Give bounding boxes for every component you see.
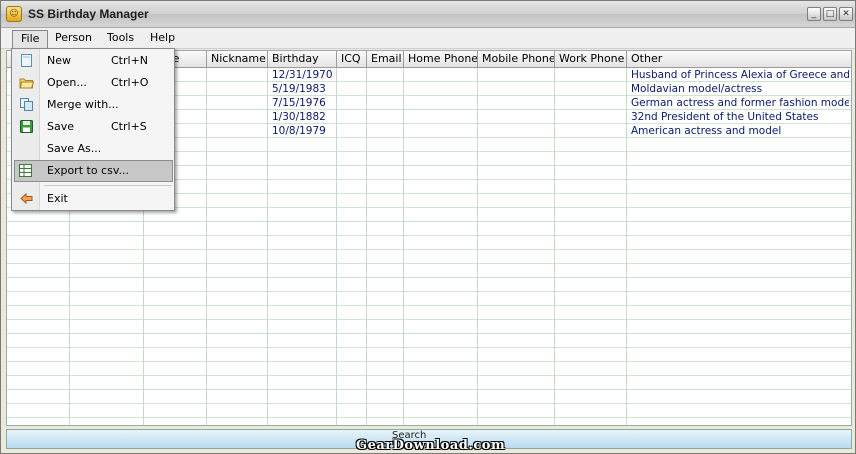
menu-item-label: Export to csv... xyxy=(47,164,129,177)
cell-other: American actress and model xyxy=(631,125,782,137)
menu-item-label: Merge with... xyxy=(47,98,119,111)
cell-other: German actress and former fashion model xyxy=(631,97,849,109)
cell-other: Moldavian model/actress xyxy=(631,83,763,95)
menu-item-save[interactable]: Save Ctrl+S xyxy=(14,116,173,138)
menu-item-save-as[interactable]: Save As... xyxy=(14,138,173,160)
watermark-text: GearDownload.com xyxy=(356,438,506,453)
menu-item-export-csv[interactable]: Export to csv... xyxy=(14,160,173,182)
window-title: SS Birthday Manager xyxy=(28,7,149,21)
cell-birthday: 5/19/1983 xyxy=(272,83,326,95)
column-header-email[interactable]: Email xyxy=(367,51,404,68)
minimize-button[interactable]: _ xyxy=(807,7,821,21)
menu-item-shortcut: Ctrl+O xyxy=(111,76,149,89)
cell-birthday: 12/31/1970 xyxy=(272,69,333,81)
cell-birthday: 10/8/1979 xyxy=(272,125,326,137)
column-header-mobile-phone[interactable]: Mobile Phone xyxy=(478,51,555,68)
menu-item-label: Save As... xyxy=(47,142,102,155)
menu-item-shortcut: Ctrl+N xyxy=(111,54,149,67)
column-header-home-phone[interactable]: Home Phone xyxy=(404,51,478,68)
new-document-icon xyxy=(21,54,32,67)
column-header-other[interactable]: Other xyxy=(627,51,851,68)
maximize-button[interactable]: □ xyxy=(823,7,837,21)
file-menu-dropdown: New Ctrl+N Open... Ctrl+O Merge with... xyxy=(11,48,175,211)
exit-arrow-icon xyxy=(20,192,33,205)
menu-bar: File Person Tools Help xyxy=(1,28,855,49)
merge-icon xyxy=(20,98,33,111)
column-header-nickname[interactable]: Nickname xyxy=(207,51,268,68)
cell-birthday: 1/30/1882 xyxy=(272,111,326,123)
menu-item-label: Open... xyxy=(47,76,87,89)
cell-birthday: 7/15/1976 xyxy=(272,97,326,109)
app-icon: ☺ xyxy=(6,6,22,22)
menu-item-label: Save xyxy=(47,120,75,133)
menu-person[interactable]: Person xyxy=(47,30,100,48)
save-disk-icon xyxy=(20,120,33,133)
menu-item-open[interactable]: Open... Ctrl+O xyxy=(14,72,173,94)
menu-item-label: Exit xyxy=(47,192,68,205)
menu-help[interactable]: Help xyxy=(142,30,183,48)
open-folder-icon xyxy=(19,78,34,89)
app-window: ☺ SS Birthday Manager _ □ ✕ File Person … xyxy=(0,0,856,454)
menu-item-label: New xyxy=(47,54,71,67)
menu-tools[interactable]: Tools xyxy=(99,30,142,48)
cell-other: 32nd President of the United States xyxy=(631,111,819,123)
column-header-work-phone[interactable]: Work Phone xyxy=(555,51,627,68)
menu-item-shortcut: Ctrl+S xyxy=(111,120,147,133)
menu-item-new[interactable]: New Ctrl+N xyxy=(14,50,173,72)
close-button[interactable]: ✕ xyxy=(839,7,853,21)
menu-item-exit[interactable]: Exit xyxy=(14,188,173,210)
csv-export-icon xyxy=(19,164,32,177)
column-header-icq[interactable]: ICQ xyxy=(337,51,367,68)
menu-item-merge-with[interactable]: Merge with... xyxy=(14,94,173,116)
title-bar[interactable]: ☺ SS Birthday Manager _ □ ✕ xyxy=(1,1,855,28)
menu-file[interactable]: File xyxy=(12,30,49,48)
column-header-birthday[interactable]: Birthday xyxy=(268,51,337,68)
menu-separator xyxy=(44,185,172,186)
cell-other: Husband of Princess Alexia of Greece and… xyxy=(631,69,849,81)
